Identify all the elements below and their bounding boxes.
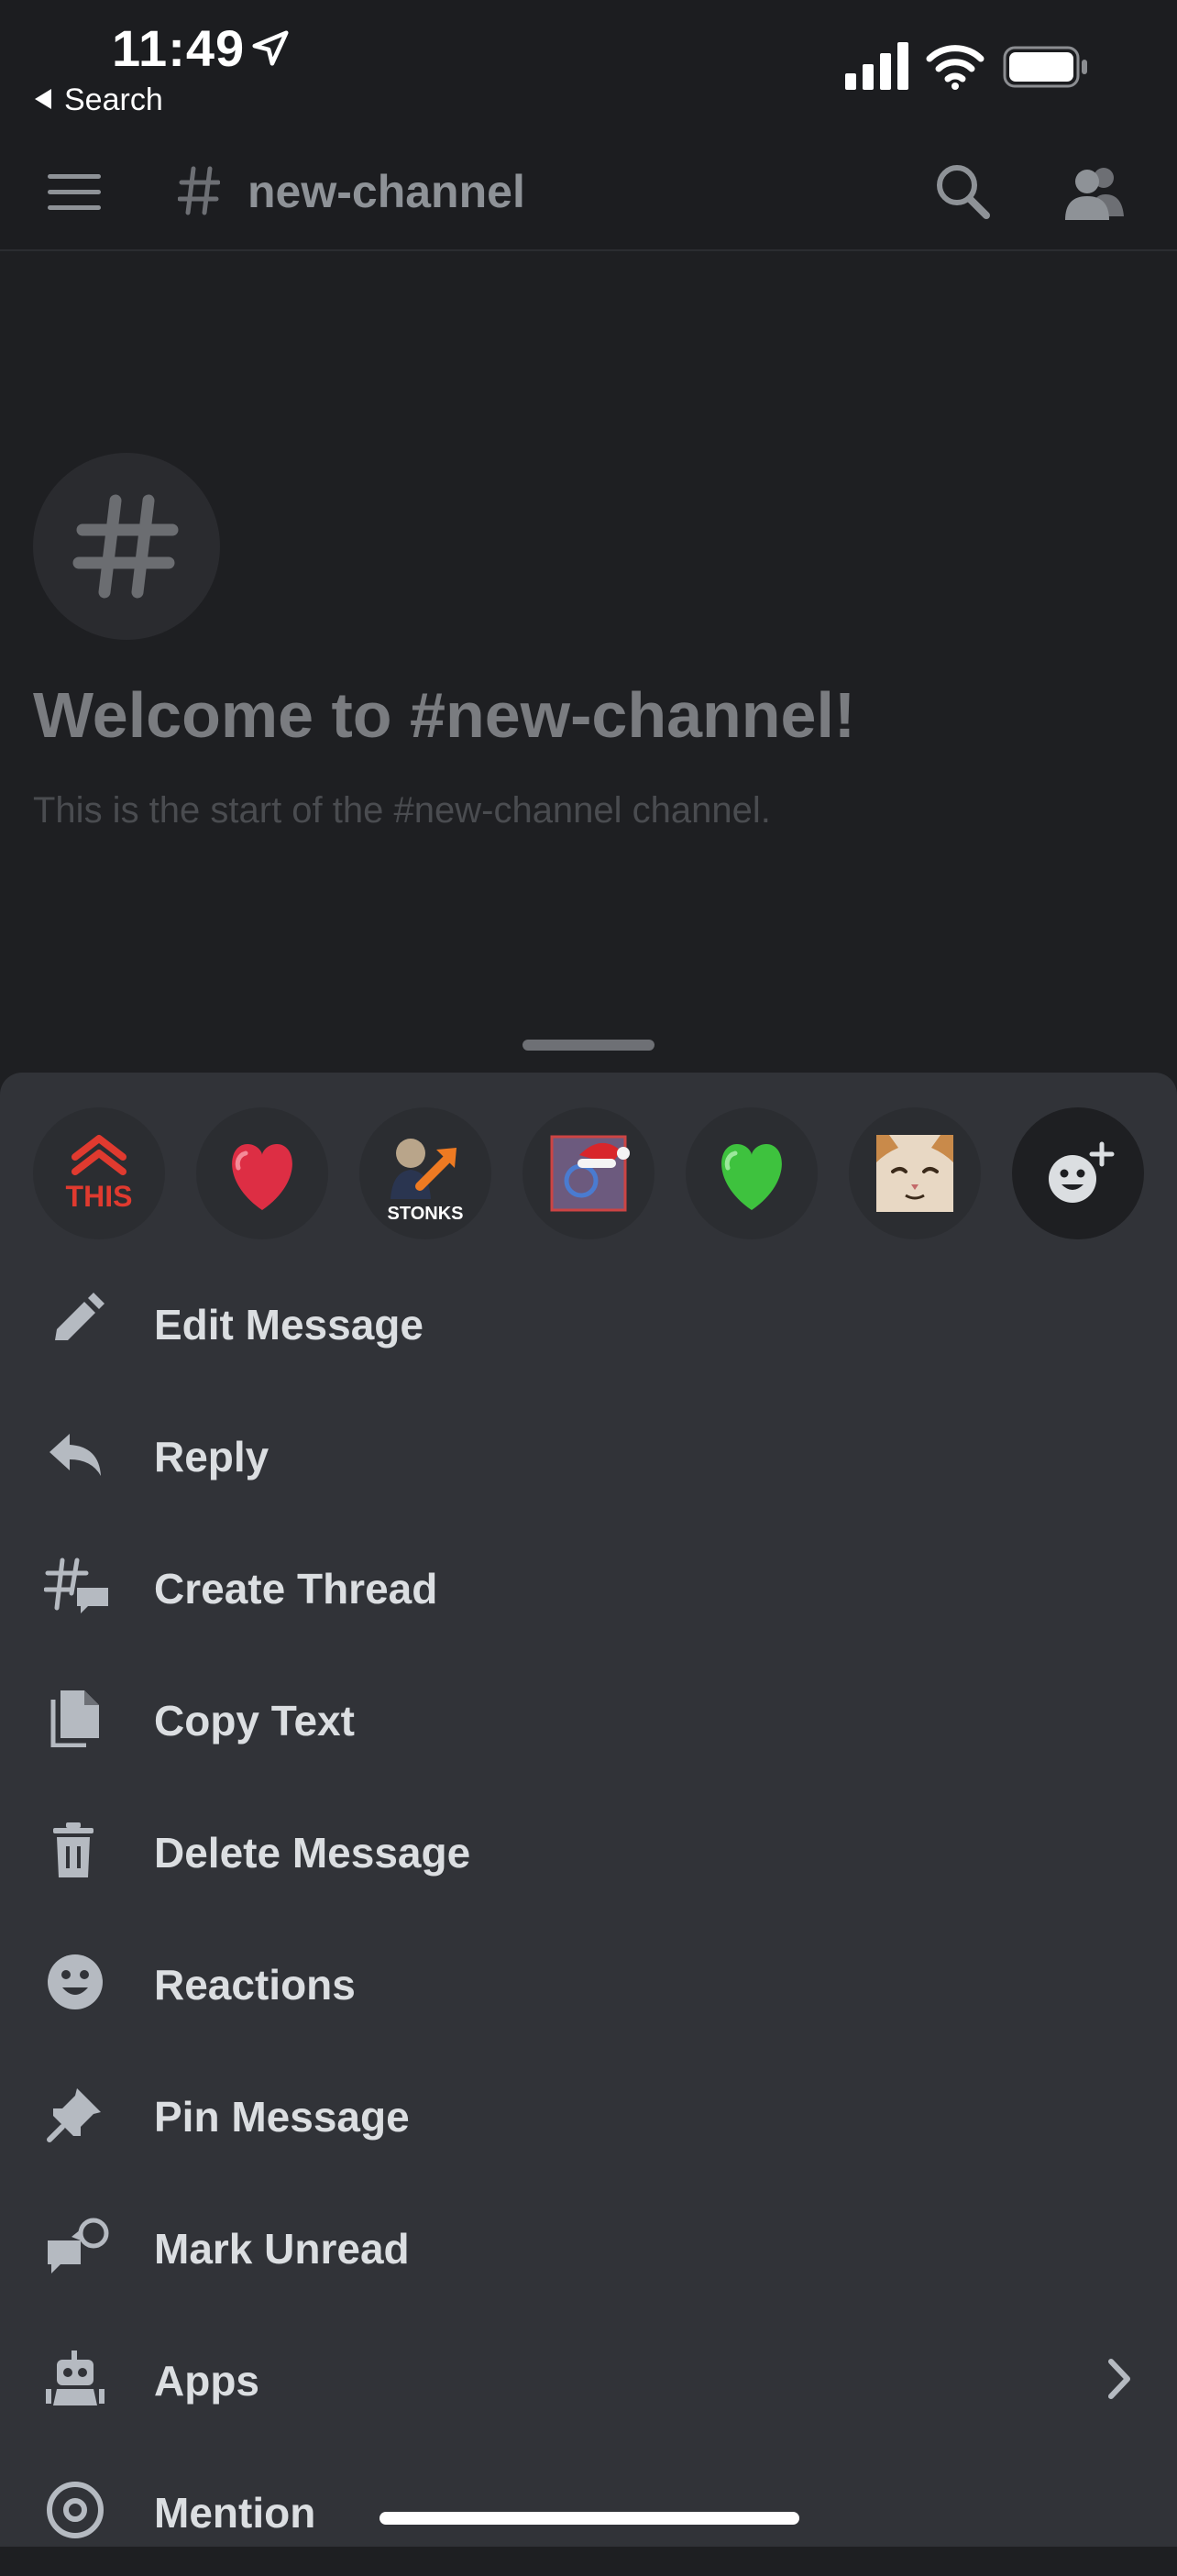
sheet-grabber[interactable] xyxy=(522,1040,654,1051)
cat-emoji[interactable] xyxy=(849,1107,981,1239)
mark-unread-item[interactable]: Mark Unread xyxy=(0,2180,1177,2312)
home-indicator[interactable] xyxy=(380,2512,799,2525)
pin-message-label: Pin Message xyxy=(154,2093,410,2141)
cat-face-icon xyxy=(876,1135,953,1212)
red-heart-icon xyxy=(232,1144,292,1210)
mention-item[interactable]: Mention xyxy=(0,2444,1177,2576)
stonks-emoji-label: STONKS xyxy=(388,1204,464,1224)
back-triangle-icon xyxy=(35,89,51,110)
chat-area xyxy=(0,251,1177,1076)
stonks-emoji[interactable]: STONKS xyxy=(359,1107,491,1239)
add-reaction-button[interactable] xyxy=(1012,1107,1144,1239)
this-emoji-label: THIS xyxy=(66,1180,133,1213)
apps-item[interactable]: Apps xyxy=(0,2312,1177,2444)
hamburger-menu-icon[interactable] xyxy=(48,171,103,215)
create-thread-item[interactable]: Create Thread xyxy=(0,1520,1177,1652)
this-emoji[interactable]: THIS xyxy=(33,1107,165,1239)
green-heart-emoji[interactable] xyxy=(686,1107,818,1239)
robot-icon xyxy=(46,2350,104,2405)
santa-hat-emoji[interactable] xyxy=(522,1107,654,1239)
edit-message-item[interactable]: Edit Message xyxy=(0,1256,1177,1388)
create-thread-label: Create Thread xyxy=(154,1565,438,1613)
copy-icon xyxy=(50,1690,99,1747)
cellular-signal-icon xyxy=(845,42,908,90)
delete-message-label: Delete Message xyxy=(154,1829,471,1877)
thread-icon xyxy=(44,1558,108,1613)
channel-hash-icon xyxy=(178,166,220,215)
channel-hash-large-icon xyxy=(72,494,179,599)
mark-unread-label: Mark Unread xyxy=(154,2225,410,2273)
members-icon[interactable] xyxy=(1062,163,1128,222)
add-reaction-icon xyxy=(1049,1141,1115,1203)
message-actions-sheet: THIS STONKS Edit Message Reply Create Th… xyxy=(0,1073,1177,2547)
at-icon xyxy=(47,2482,104,2538)
reactions-label: Reactions xyxy=(154,1961,356,2009)
quick-reactions-row: THIS STONKS xyxy=(33,1107,1144,1239)
red-heart-emoji[interactable] xyxy=(196,1107,328,1239)
reply-label: Reply xyxy=(154,1433,270,1481)
edit-message-label: Edit Message xyxy=(154,1301,424,1349)
back-label: Search xyxy=(64,83,163,117)
mark-unread-icon xyxy=(48,2218,109,2273)
copy-text-label: Copy Text xyxy=(154,1697,355,1745)
search-icon[interactable] xyxy=(933,160,992,224)
channel-avatar xyxy=(33,453,220,640)
channel-header: new-channel xyxy=(0,138,1177,251)
smiley-icon xyxy=(48,1954,103,2009)
this-arrow-icon: THIS xyxy=(66,1135,133,1213)
santa-hat-icon xyxy=(550,1135,630,1212)
clock: 11:49 xyxy=(112,19,246,77)
location-arrow-icon xyxy=(252,30,289,66)
status-bar: 11:49 Search xyxy=(0,0,1177,138)
pin-icon xyxy=(47,2088,101,2142)
action-menu: Edit Message Reply Create Thread Copy Te… xyxy=(0,1256,1177,2576)
copy-text-item[interactable]: Copy Text xyxy=(0,1652,1177,1784)
mention-label: Mention xyxy=(154,2489,316,2537)
apps-label: Apps xyxy=(154,2357,259,2405)
pencil-icon xyxy=(55,1293,104,1340)
back-to-search-button[interactable]: Search xyxy=(35,83,163,118)
reply-icon xyxy=(50,1434,101,1476)
wifi-icon xyxy=(926,45,984,90)
chevron-right-icon xyxy=(1108,2359,1130,2399)
reply-item[interactable]: Reply xyxy=(0,1388,1177,1520)
stonks-icon: STONKS xyxy=(388,1139,464,1224)
green-heart-icon xyxy=(721,1144,782,1210)
reactions-item[interactable]: Reactions xyxy=(0,1916,1177,2048)
delete-message-item[interactable]: Delete Message xyxy=(0,1784,1177,1916)
pin-message-item[interactable]: Pin Message xyxy=(0,2048,1177,2180)
trash-icon xyxy=(53,1822,94,1877)
battery-icon xyxy=(1003,46,1087,88)
welcome-title: Welcome to #new-channel! xyxy=(33,679,856,751)
channel-name: new-channel xyxy=(248,166,525,217)
welcome-subtitle: This is the start of the #new-channel ch… xyxy=(33,790,771,831)
